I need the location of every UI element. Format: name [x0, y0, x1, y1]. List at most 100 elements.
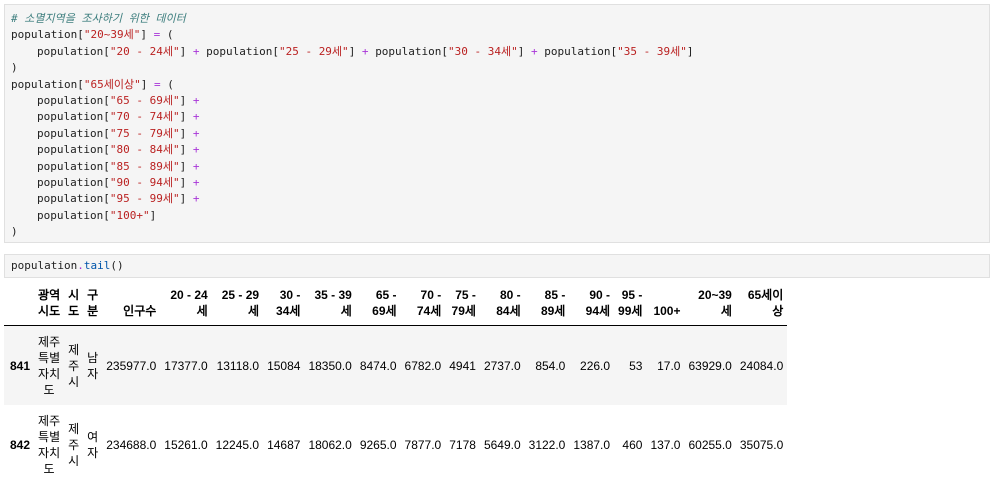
code-operator: .: [77, 259, 84, 272]
code-bracket: [: [103, 126, 110, 140]
code-paren: (): [110, 259, 124, 272]
code-var: population: [37, 192, 104, 206]
row-index: 842: [4, 405, 35, 484]
table-cell: 15261.0: [160, 405, 212, 484]
column-header: 65 -69세: [372, 288, 397, 318]
table-cell: 15084: [263, 325, 305, 405]
table-header-row: 광역 시도 시 도 구 분 인구수 20 - 24 세 25 - 29 세 30 -34세 35 - 3…: [4, 282, 788, 326]
code-string: "100+": [109, 208, 150, 222]
table-cell: 854.0: [524, 325, 570, 405]
code-string: "80 - 84세": [109, 143, 180, 157]
code-line: population["95 - 99세"] +: [11, 191, 989, 207]
table-cell: 1387.0: [569, 405, 615, 484]
table-row: 842 제주 특별 자치 도 제 주 시 여 자 234688.0 15261.0 12245.0 146…: [4, 405, 788, 484]
column-header: 30 -34세: [276, 288, 301, 318]
code-line: population["80 - 84세"] +: [11, 142, 989, 158]
code-bracket: [: [103, 143, 110, 157]
code-method: tail: [83, 259, 111, 272]
code-line: population["20~39세"] = (: [11, 27, 989, 43]
code-string: "25 - 29세": [278, 44, 349, 58]
code-var: population: [37, 126, 104, 140]
column-header: 구분: [87, 288, 99, 318]
table-cell: 53: [614, 325, 647, 405]
table-cell: 제주 특별 자치 도: [34, 325, 65, 405]
table-cell: 14687: [263, 405, 305, 484]
column-header: 20 - 24 세: [170, 288, 208, 318]
code-cell-1[interactable]: # 소멸지역을 조사하기 위한 데이터 population["20~39세"] …: [4, 4, 990, 243]
code-operator: =: [146, 28, 167, 42]
table-cell: 63929.0: [684, 325, 736, 405]
table-cell: 13118.0: [211, 325, 264, 405]
code-string: "20~39세": [83, 28, 141, 42]
code-string: "95 - 99세": [109, 192, 180, 206]
code-line: population["85 - 89세"] +: [11, 159, 989, 175]
code-operator: +: [186, 44, 207, 58]
table-cell: 24084.0: [735, 325, 788, 405]
table-cell: 60255.0: [684, 405, 736, 484]
table-cell: 17377.0: [160, 325, 212, 405]
code-comment: # 소멸지역을 조사하기 위한 데이터: [11, 12, 186, 25]
table-cell: 제주시: [64, 405, 84, 484]
table-cell: 18062.0: [304, 405, 356, 484]
code-paren: (: [166, 28, 174, 42]
code-operator: +: [186, 175, 207, 189]
code-var: population: [37, 44, 104, 58]
code-bracket: [: [103, 44, 110, 58]
table-cell: 460: [614, 405, 647, 484]
code-var: population: [37, 143, 104, 157]
code-var: population: [206, 44, 273, 58]
table-cell: 7178: [445, 405, 480, 484]
code-string: "30 - 34세": [448, 44, 518, 58]
table-cell: 남자: [83, 325, 103, 405]
code-operator: +: [524, 44, 545, 58]
table-cell: 226.0: [569, 325, 615, 405]
column-header: 90 -94세: [585, 288, 611, 318]
code-line: # 소멸지역을 조사하기 위한 데이터: [11, 11, 989, 27]
table-cell: 6782.0: [400, 325, 446, 405]
code-operator: +: [355, 44, 376, 58]
column-header: 75 -79세: [451, 288, 476, 318]
table-cell: 35075.0: [735, 405, 788, 484]
column-header: 20~39 세: [698, 288, 732, 318]
table-cell: 제주시: [64, 325, 84, 405]
code-string: "90 - 94세": [109, 175, 180, 189]
code-bracket: [: [103, 175, 110, 189]
code-paren: ): [11, 61, 18, 75]
code-bracket: [: [272, 44, 279, 58]
table-cell: 17.0: [646, 325, 685, 405]
code-line: ): [11, 60, 989, 76]
code-var: population: [11, 259, 78, 272]
code-var: population: [37, 110, 104, 124]
table-cell: 5649.0: [479, 405, 525, 484]
code-string: "70 - 74세": [109, 110, 180, 124]
code-paren: (: [167, 77, 174, 91]
code-bracket: ]: [149, 208, 157, 222]
code-string: "65 - 69세": [109, 93, 180, 107]
row-index: 841: [4, 325, 35, 405]
column-header: 95 -99세: [618, 288, 643, 318]
column-header: 25 - 29 세: [221, 288, 260, 318]
table-row: 841 제주 특별 자치 도 제 주 시 남 자 235977.0 17377.0 13118.0 150…: [4, 325, 788, 405]
code-line: ): [11, 224, 989, 240]
column-header: 85 -89세: [540, 288, 566, 318]
column-header: 80 -84세: [496, 288, 521, 318]
table-cell: 여자: [83, 405, 103, 484]
code-string: "85 - 89세": [109, 159, 180, 173]
code-cell-2[interactable]: population.tail(): [4, 254, 990, 278]
table-cell: 제주 특별 자치 도: [34, 405, 65, 484]
code-string: "20 - 24세": [109, 44, 180, 58]
table-cell: 7877.0: [400, 405, 446, 484]
output-area: 광역 시도 시 도 구 분 인구수 20 - 24 세 25 - 29 세 30 -34세 35 - 3…: [4, 282, 984, 484]
code-bracket: [: [103, 192, 110, 206]
code-operator: +: [186, 143, 207, 157]
code-var: population: [375, 44, 442, 58]
code-operator: +: [186, 159, 207, 173]
column-header: 70 -74세: [416, 288, 442, 318]
table-cell: 8474.0: [355, 325, 401, 405]
column-header: 시도: [68, 288, 80, 318]
code-var: population: [11, 77, 78, 91]
code-string: "75 - 79세": [109, 126, 180, 140]
code-bracket: ]: [686, 44, 694, 58]
code-operator: +: [186, 93, 207, 107]
code-operator: +: [186, 110, 207, 124]
